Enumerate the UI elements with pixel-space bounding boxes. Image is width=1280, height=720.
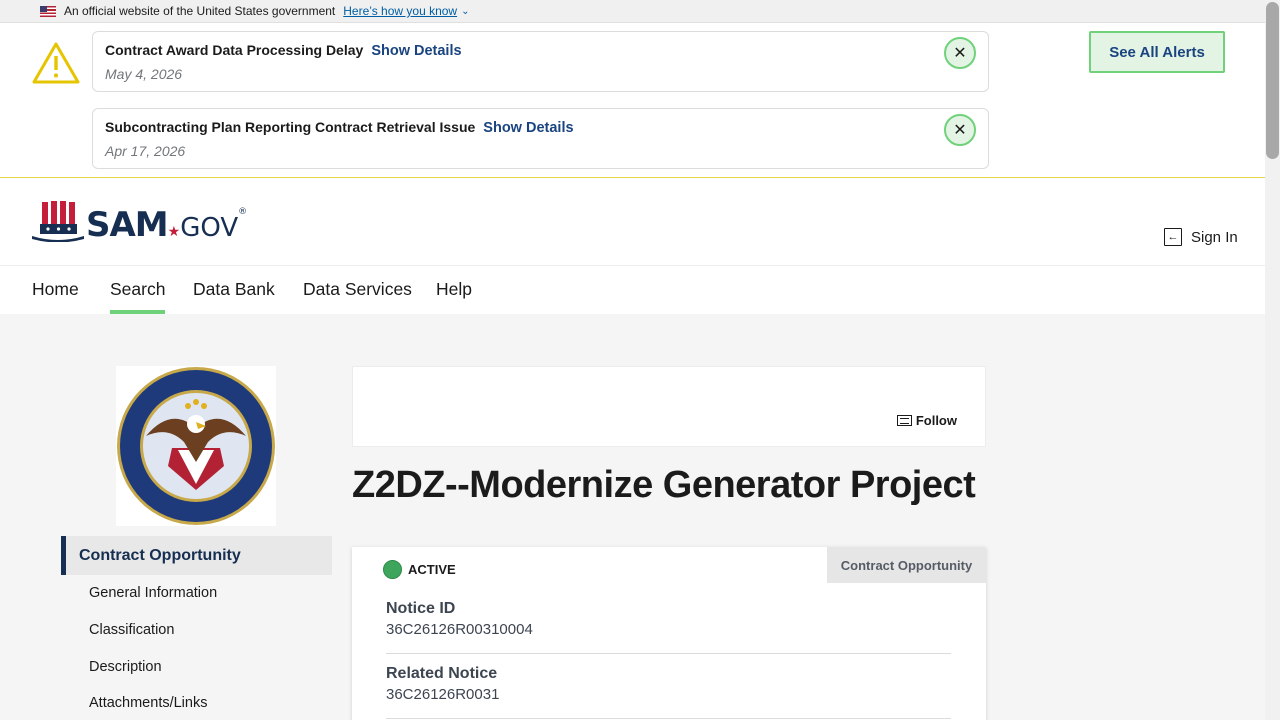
notice-id-field: Notice ID 36C26126R00310004 bbox=[386, 600, 951, 638]
field-value: 36C26126R0031 bbox=[386, 686, 500, 703]
opportunity-info-card: ACTIVE Contract Opportunity Notice ID 36… bbox=[352, 547, 986, 720]
sign-in-button[interactable]: ← Sign In bbox=[1164, 228, 1238, 246]
side-nav-item-description[interactable]: Description bbox=[61, 648, 332, 685]
warning-icon bbox=[32, 42, 80, 84]
logo-star-icon: ★ bbox=[167, 224, 181, 240]
field-label: Notice ID bbox=[386, 600, 456, 617]
nav-item-home[interactable]: Home bbox=[32, 279, 79, 300]
uncle-sam-hat-icon bbox=[32, 201, 84, 242]
follow-card: Follow bbox=[352, 366, 986, 447]
alert-title: Subcontracting Plan Reporting Contract R… bbox=[105, 119, 476, 135]
close-alert-button[interactable]: ✕ bbox=[944, 37, 976, 69]
status-label: ACTIVE bbox=[408, 562, 456, 577]
sign-in-label: Sign In bbox=[1191, 228, 1238, 246]
gov-banner-text: An official website of the United States… bbox=[64, 4, 336, 18]
page-title: Z2DZ--Modernize Generator Project bbox=[352, 464, 976, 506]
alert-date: Apr 17, 2026 bbox=[105, 143, 186, 159]
side-nav: Contract Opportunity General Information… bbox=[61, 536, 332, 720]
nav-item-search[interactable]: Search bbox=[110, 279, 166, 314]
alert-card: Contract Award Data Processing Delay Show… bbox=[92, 31, 989, 92]
field-label: Related Notice bbox=[386, 665, 498, 682]
divider bbox=[386, 653, 951, 654]
va-seal-icon bbox=[117, 367, 275, 525]
opportunity-type-tag: Contract Opportunity bbox=[827, 547, 986, 583]
follow-label: Follow bbox=[915, 413, 957, 428]
nav-item-data-bank[interactable]: Data Bank bbox=[193, 279, 275, 300]
sam-gov-logo[interactable]: SAM★GOV® bbox=[32, 200, 247, 242]
logo-sam-text: SAM bbox=[86, 205, 169, 245]
sign-in-icon: ← bbox=[1164, 228, 1182, 246]
side-nav-heading[interactable]: Contract Opportunity bbox=[61, 536, 332, 575]
registered-mark-icon: ® bbox=[238, 207, 248, 217]
follow-button[interactable]: Follow bbox=[896, 413, 957, 428]
status-badge: ACTIVE bbox=[383, 560, 456, 579]
close-icon: ✕ bbox=[953, 122, 967, 139]
status-dot-icon bbox=[383, 560, 402, 579]
see-all-alerts-button[interactable]: See All Alerts bbox=[1089, 31, 1225, 73]
close-icon: ✕ bbox=[953, 45, 967, 62]
field-value: 36C26126R00310004 bbox=[386, 621, 533, 638]
side-nav-item-general-information[interactable]: General Information bbox=[61, 575, 332, 612]
main-nav: Home Search Data Bank Data Services Help bbox=[0, 266, 1265, 314]
chevron-down-icon[interactable]: ⌄ bbox=[461, 6, 469, 17]
close-alert-button[interactable]: ✕ bbox=[944, 114, 976, 146]
alert-date: May 4, 2026 bbox=[105, 66, 183, 82]
nav-item-data-services[interactable]: Data Services bbox=[303, 279, 412, 300]
how-you-know-link[interactable]: Here’s how you know bbox=[343, 4, 457, 18]
gov-banner: An official website of the United States… bbox=[0, 0, 1265, 23]
newspaper-icon bbox=[896, 415, 912, 426]
related-notice-field: Related Notice 36C26126R0031 bbox=[386, 665, 951, 703]
logo-gov-text: GOV bbox=[180, 213, 239, 243]
side-nav-item-attachments[interactable]: Attachments/Links bbox=[61, 685, 332, 720]
show-details-link[interactable]: Show Details bbox=[483, 120, 573, 136]
alerts-region: Contract Award Data Processing Delay Show… bbox=[0, 23, 1265, 178]
alert-card: Subcontracting Plan Reporting Contract R… bbox=[92, 108, 989, 169]
scrollbar-thumb[interactable] bbox=[1266, 2, 1279, 159]
nav-item-help[interactable]: Help bbox=[436, 279, 472, 300]
alert-title: Contract Award Data Processing Delay bbox=[105, 42, 364, 58]
side-nav-item-classification[interactable]: Classification bbox=[61, 612, 332, 649]
divider bbox=[386, 718, 951, 719]
show-details-link[interactable]: Show Details bbox=[371, 43, 461, 59]
us-flag-icon bbox=[40, 5, 56, 17]
agency-seal bbox=[116, 366, 276, 526]
site-header: SAM★GOV® ← Sign In bbox=[0, 178, 1265, 266]
